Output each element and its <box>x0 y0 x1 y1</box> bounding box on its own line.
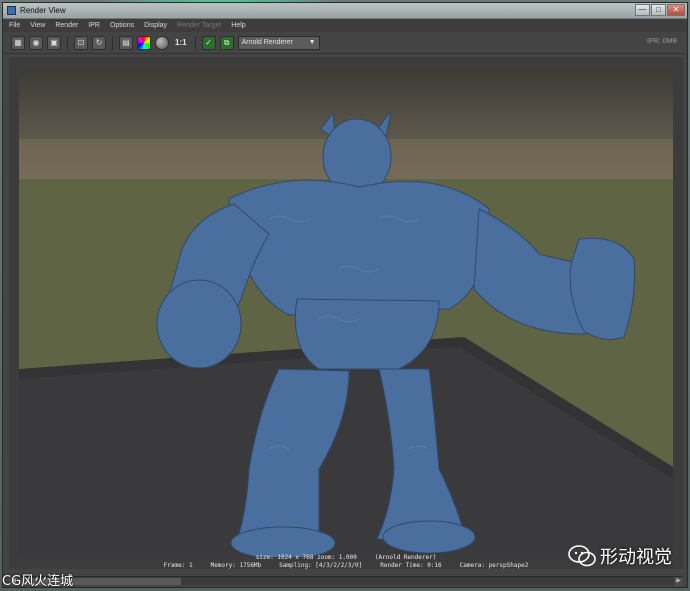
render-area: size: 1024 x 768 zoom: 1.000 (Arnold Ren… <box>9 57 683 569</box>
menu-file[interactable]: File <box>9 22 20 29</box>
creature-torso <box>228 179 490 316</box>
toolbar-divider <box>67 35 68 50</box>
rgb-channels-icon[interactable] <box>137 35 151 50</box>
render-scene-svg <box>19 110 673 557</box>
chevron-down-icon: ▼ <box>308 38 316 46</box>
wechat-watermark: 形动视觉 <box>568 543 672 569</box>
renderer-dropdown-value: Arnold Renderer <box>241 39 293 46</box>
scroll-right-icon[interactable]: ▶ <box>674 577 683 586</box>
status-sampling: Sampling: [4/3/2/2/3/0] <box>279 562 363 569</box>
menu-help[interactable]: Help <box>231 22 245 29</box>
ratio-button[interactable]: 1:1 <box>173 38 189 47</box>
window-title: Render View <box>20 6 66 15</box>
toolbar: ▦ ◉ ▣ ⊡ ↻ ▤ 1:1 ✓ ⧉ Arnold Renderer ▼ <box>3 32 687 54</box>
toolbar-divider <box>112 35 113 50</box>
color-management-icon[interactable]: ⧉ <box>219 35 234 50</box>
maximize-button[interactable]: □ <box>651 4 666 16</box>
status-render-time: Render Time: 0:16 <box>380 562 442 569</box>
toolbar-divider <box>194 35 196 50</box>
creature-right-foot <box>382 520 476 554</box>
region-icon[interactable]: ⊡ <box>74 35 88 50</box>
menu-render-target: Render Target <box>177 22 222 29</box>
ipr-render-icon[interactable]: ◉ <box>29 35 43 50</box>
minimize-button[interactable]: — <box>635 4 650 16</box>
render-icon[interactable]: ▦ <box>11 35 25 50</box>
renderer-dropdown[interactable]: Arnold Renderer ▼ <box>237 35 320 50</box>
menu-view[interactable]: View <box>30 22 45 29</box>
rendered-image <box>19 69 673 557</box>
wechat-icon <box>568 545 596 567</box>
menu-ipr[interactable]: IPR <box>88 22 100 29</box>
display-icon[interactable]: ✓ <box>201 35 216 50</box>
keep-image-icon[interactable]: ▤ <box>119 35 133 50</box>
sphere-icon[interactable] <box>155 35 169 50</box>
refresh-icon[interactable]: ↻ <box>92 35 106 50</box>
status-memory: Memory: 1756Mb <box>210 562 262 569</box>
status-camera: Camera: perspShape2 <box>459 562 529 569</box>
menu-bar: File View Render IPR Options Display Ren… <box>3 19 687 32</box>
maya-app-icon <box>7 6 16 15</box>
horizontal-scrollbar[interactable]: ◀ ▶ <box>9 576 683 586</box>
menu-display[interactable]: Display <box>144 22 167 29</box>
menu-render[interactable]: Render <box>55 22 78 29</box>
creature-left-foot <box>230 526 336 557</box>
watermark-left-text: CG风火连城 <box>2 574 74 589</box>
ipr-memory-label: IPR: 0MB <box>647 38 677 45</box>
close-button[interactable]: ✕ <box>667 4 685 16</box>
snapshot-icon[interactable]: ▣ <box>47 35 61 50</box>
watermark-right-text: 形动视觉 <box>600 547 672 568</box>
status-frame: Frame: 1 <box>163 562 193 569</box>
menu-options[interactable]: Options <box>110 22 134 29</box>
creature-left-fist <box>156 279 242 369</box>
title-bar[interactable]: Render View — □ ✕ <box>3 3 687 19</box>
render-view-window: Render View — □ ✕ File View Render IPR O… <box>2 2 688 588</box>
